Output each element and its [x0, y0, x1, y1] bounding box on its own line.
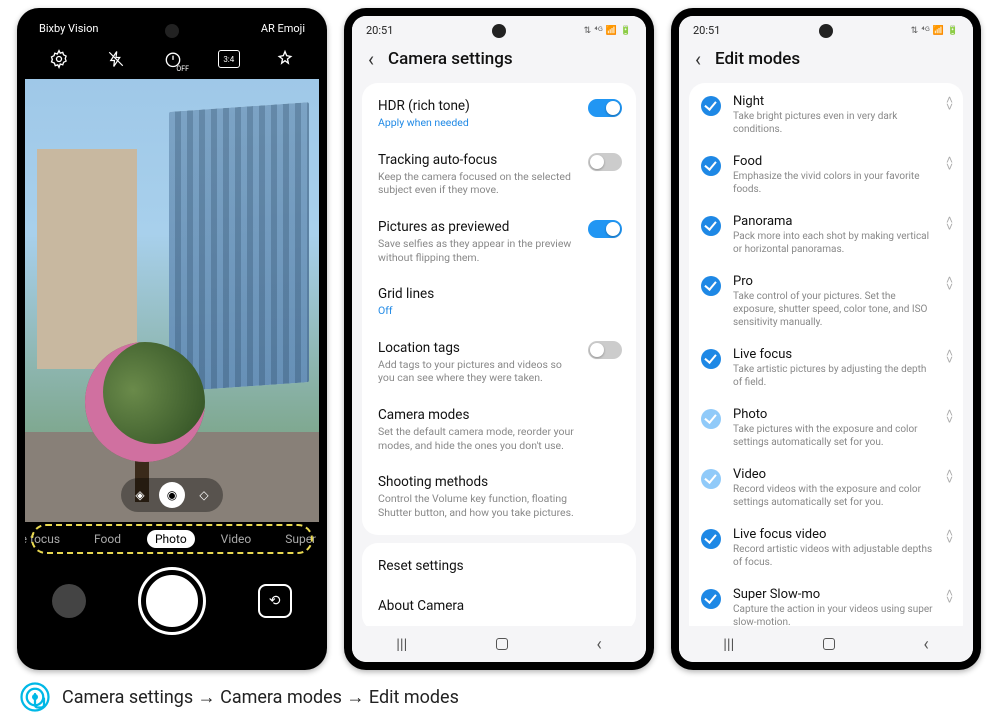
lens-wide-icon[interactable]: ◉ [159, 482, 185, 508]
nav-recent-icon[interactable]: ||| [723, 635, 734, 653]
mode-row-photo[interactable]: PhotoTake pictures with the exposure and… [689, 398, 963, 458]
viewfinder[interactable]: ◈ ◉ ◇ [25, 79, 319, 522]
mode-row-pro[interactable]: ProTake control of your pictures. Set th… [689, 265, 963, 338]
touch-icon [20, 682, 50, 712]
row-about-camera[interactable]: About Camera [362, 587, 636, 627]
edit-modes-card: NightTake bright pictures even in very d… [689, 83, 963, 640]
mode-super-slowmo[interactable]: Super Sl [277, 530, 319, 548]
nav-bar: ||| ‹ [352, 626, 646, 662]
row-pictures-previewed[interactable]: Pictures as previewed Save selfies as th… [362, 208, 636, 275]
mode-photo[interactable]: Photo [147, 530, 195, 548]
phone-3-edit-modes: 20:51 ⇅ ⁴ᴳ 📶 🔋 ‹ Edit modes NightTake br… [671, 8, 981, 670]
row-tracking-af[interactable]: Tracking auto-focus Keep the camera focu… [362, 141, 636, 208]
nav-recent-icon[interactable]: ||| [396, 635, 407, 653]
page-title: Edit modes [715, 49, 800, 69]
nav-back-icon[interactable]: ‹ [596, 634, 601, 655]
reorder-icon[interactable]: ˄˅ [946, 590, 953, 604]
shutter-button[interactable] [141, 570, 203, 632]
row-shooting-methods[interactable]: Shooting methods Control the Volume key … [362, 463, 636, 530]
edit-modes-header: ‹ Edit modes [679, 39, 973, 83]
mode-row-live-focus-video[interactable]: Live focus videoRecord artistic videos w… [689, 518, 963, 578]
timer-off-icon[interactable]: OFF [161, 47, 185, 71]
reorder-icon[interactable]: ˄˅ [946, 350, 953, 364]
back-icon[interactable]: ‹ [368, 47, 374, 71]
mode-food[interactable]: Food [86, 530, 129, 548]
row-reset-settings[interactable]: Reset settings [362, 547, 636, 587]
check-icon[interactable] [701, 216, 721, 236]
status-indicators: ⇅ ⁴ᴳ 📶 🔋 [584, 25, 632, 36]
status-time: 20:51 [693, 24, 720, 37]
check-icon [701, 409, 721, 429]
lens-ultrawide-icon[interactable]: ◈ [127, 482, 153, 508]
reorder-icon[interactable]: ˄˅ [946, 157, 953, 171]
toggle-location-tags[interactable] [588, 341, 622, 359]
lens-selector[interactable]: ◈ ◉ ◇ [121, 478, 223, 512]
ar-emoji-link[interactable]: AR Emoji [261, 22, 305, 35]
check-icon [701, 469, 721, 489]
check-icon[interactable] [701, 589, 721, 609]
mode-row-video[interactable]: VideoRecord videos with the exposure and… [689, 458, 963, 518]
settings-icon[interactable] [47, 47, 71, 71]
row-camera-modes[interactable]: Camera modes Set the default camera mode… [362, 396, 636, 463]
status-indicators: ⇅ ⁴ᴳ 📶 🔋 [911, 25, 959, 36]
reorder-icon[interactable]: ˄˅ [946, 530, 953, 544]
camera-toolbar: OFF 3:4 [25, 39, 319, 79]
mode-row-food[interactable]: FoodEmphasize the vivid colors in your f… [689, 145, 963, 205]
camera-status-bar: Bixby Vision AR Emoji [25, 16, 319, 39]
gallery-thumbnail[interactable] [52, 584, 86, 618]
mode-video[interactable]: Video [213, 530, 260, 548]
settings-header: ‹ Camera settings [352, 39, 646, 83]
settings-card-secondary: Reset settings About Camera [362, 543, 636, 631]
reorder-icon[interactable]: ˄˅ [946, 217, 953, 231]
mode-row-live-focus[interactable]: Live focusTake artistic pictures by adju… [689, 338, 963, 398]
caption-text: Camera settings → Camera modes → Edit mo… [62, 687, 459, 708]
toggle-tracking-af[interactable] [588, 153, 622, 171]
filters-icon[interactable] [273, 47, 297, 71]
reorder-icon[interactable]: ˄˅ [946, 410, 953, 424]
check-icon[interactable] [701, 529, 721, 549]
nav-bar: ||| ‹ [679, 626, 973, 662]
lens-tele-icon[interactable]: ◇ [191, 482, 217, 508]
mode-row-night[interactable]: NightTake bright pictures even in very d… [689, 85, 963, 145]
bixby-vision-link[interactable]: Bixby Vision [39, 22, 98, 35]
mode-live-focus[interactable]: ve focus [25, 530, 68, 548]
mode-strip[interactable]: ve focus Food Photo Video Super Sl [25, 522, 319, 556]
status-bar: 20:51 ⇅ ⁴ᴳ 📶 🔋 [352, 16, 646, 39]
row-hdr[interactable]: HDR (rich tone) Apply when needed [362, 87, 636, 141]
check-icon[interactable] [701, 156, 721, 176]
flash-off-icon[interactable] [104, 47, 128, 71]
phone-2-settings: 20:51 ⇅ ⁴ᴳ 📶 🔋 ‹ Camera settings HDR (ri… [344, 8, 654, 670]
check-icon[interactable] [701, 276, 721, 296]
ratio-icon[interactable]: 3:4 [218, 50, 240, 68]
nav-home-icon[interactable] [823, 638, 835, 650]
reorder-icon[interactable]: ˄˅ [946, 97, 953, 111]
status-time: 20:51 [366, 24, 393, 37]
back-icon[interactable]: ‹ [695, 47, 701, 71]
nav-back-icon[interactable]: ‹ [923, 634, 928, 655]
page-title: Camera settings [388, 49, 513, 69]
caption: Camera settings → Camera modes → Edit mo… [0, 670, 1000, 712]
mode-row-panorama[interactable]: PanoramaPack more into each shot by maki… [689, 205, 963, 265]
phone-1-camera: Bixby Vision AR Emoji OFF 3:4 ◈ ◉ ◇ [17, 8, 327, 670]
shutter-row: ⟲ [25, 556, 319, 662]
reorder-icon[interactable]: ˄˅ [946, 277, 953, 291]
reorder-icon[interactable]: ˄˅ [946, 470, 953, 484]
check-icon[interactable] [701, 96, 721, 116]
toggle-hdr[interactable] [588, 99, 622, 117]
check-icon[interactable] [701, 349, 721, 369]
settings-card-main: HDR (rich tone) Apply when needed Tracki… [362, 83, 636, 535]
toggle-pictures-previewed[interactable] [588, 220, 622, 238]
row-grid-lines[interactable]: Grid lines Off [362, 275, 636, 329]
switch-camera-icon[interactable]: ⟲ [258, 584, 292, 618]
nav-home-icon[interactable] [496, 638, 508, 650]
status-bar: 20:51 ⇅ ⁴ᴳ 📶 🔋 [679, 16, 973, 39]
row-location-tags[interactable]: Location tags Add tags to your pictures … [362, 329, 636, 396]
